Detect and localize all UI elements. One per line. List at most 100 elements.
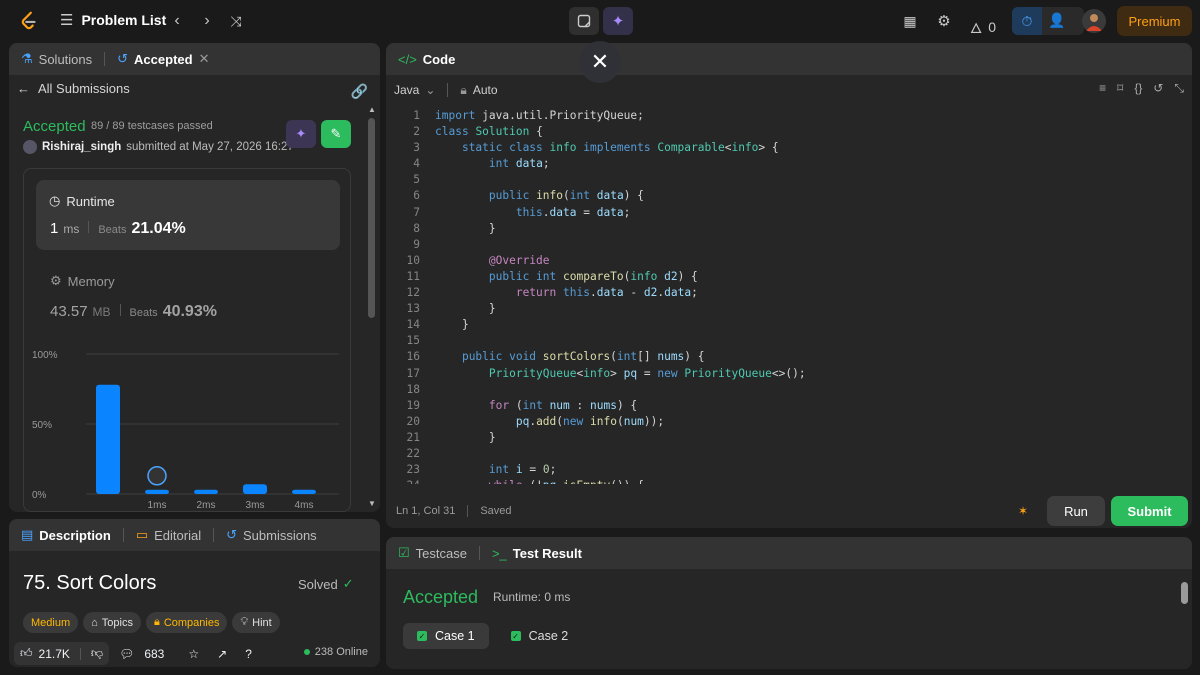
tab-solutions[interactable]: Solutions <box>39 52 92 67</box>
code-line[interactable]: 1 import java.util.PriorityQueue; <box>386 108 1176 124</box>
code-text: public void sortColors(int[] nums) { <box>461 350 705 364</box>
format-icon[interactable]: ≡ <box>1099 81 1106 96</box>
close-tab-icon[interactable]: ✕ <box>199 51 210 67</box>
code-line[interactable]: 8 } <box>386 221 1176 237</box>
edit-code-button[interactable]: ✎ <box>321 120 351 148</box>
problem-list-nav[interactable]: ☰ Problem List <box>60 11 166 29</box>
braces-icon[interactable]: {} <box>1134 81 1142 96</box>
shuffle-icon[interactable]: ⤨ <box>226 11 246 31</box>
expand-icon[interactable]: ⤡ <box>1174 81 1184 96</box>
companies-tag[interactable]: 🔒︎ Companies <box>145 612 228 633</box>
code-line[interactable]: 2 class Solution { <box>386 124 1176 140</box>
debugger-icon[interactable]: ✶ <box>1018 504 1032 518</box>
runtime-card[interactable]: ◷ Runtime 1 ms Beats 21.04% <box>36 180 340 250</box>
code-line[interactable]: 9 <box>386 237 1176 253</box>
solved-label: Solved <box>298 576 338 592</box>
check-icon: ✓ <box>510 631 521 641</box>
settings-gear-icon[interactable]: ⚙ <box>934 11 954 31</box>
code-line[interactable]: 16 public void sortColors(int[] nums) { <box>386 349 1176 365</box>
problem-title[interactable]: 75. Sort Colors <box>23 572 156 595</box>
code-line[interactable]: 13 } <box>386 301 1176 317</box>
testcases-passed: 89 / 89 testcases passed <box>91 120 213 132</box>
code-line[interactable]: 14 } <box>386 317 1176 333</box>
code-line[interactable]: 20 pq.add(new info(num)); <box>386 414 1176 430</box>
tab-accepted[interactable]: Accepted <box>134 52 193 67</box>
run-button[interactable]: Run <box>1047 496 1105 526</box>
case-1-tab[interactable]: ✓ Case 1 <box>403 623 489 649</box>
share-icon[interactable]: ↗ <box>217 647 227 661</box>
chart-bar[interactable] <box>145 489 169 494</box>
code-line[interactable]: 19 for (int num : nums) { <box>386 398 1176 414</box>
scroll-down-icon[interactable]: ▼ <box>368 499 376 508</box>
code-line[interactable]: 17 PriorityQueue<info> pq = new Priority… <box>386 366 1176 382</box>
layout-grid-icon[interactable]: ▦ <box>900 11 920 31</box>
code-line[interactable]: 4 int data; <box>386 156 1176 172</box>
analyze-ai-button[interactable]: ✦ <box>286 120 316 148</box>
scroll-up-icon[interactable]: ▲ <box>368 105 376 114</box>
scrollbar[interactable] <box>368 118 375 318</box>
x-tick-label: 2ms <box>197 500 216 511</box>
chart-bar[interactable] <box>96 384 120 494</box>
code-icon: </> <box>398 51 417 67</box>
user-avatar[interactable] <box>1082 9 1106 33</box>
tab-testcase[interactable]: Testcase <box>416 546 467 561</box>
submission-panel-header: ⚗ Solutions ↺ Accepted ✕ <box>9 43 380 75</box>
reset-icon[interactable]: ↺ <box>1153 81 1163 96</box>
next-problem-icon[interactable]: › <box>197 11 217 31</box>
chart-bar[interactable] <box>243 484 267 494</box>
line-number: 8 <box>413 221 420 235</box>
code-line[interactable]: 12 return this.data - d2.data; <box>386 285 1176 301</box>
prev-problem-icon[interactable]: ‹ <box>167 11 187 31</box>
close-icon[interactable]: ✕ <box>579 41 621 83</box>
submit-button[interactable]: Submit <box>1111 496 1188 526</box>
thumbs-down-icon[interactable]: 👎︎ <box>91 646 103 661</box>
copy-link-icon[interactable]: 🔗 <box>351 83 368 100</box>
code-line[interactable]: 3 static class info implements Comparabl… <box>386 140 1176 156</box>
runtime-distribution-chart[interactable]: 100% 50% 0% 1ms 2ms 3ms 4ms <box>24 334 352 512</box>
add-friend-icon[interactable]: 👤 <box>1048 12 1065 29</box>
memory-label-row[interactable]: ⚙ Memory <box>50 273 115 289</box>
chart-bar[interactable] <box>292 489 316 494</box>
tab-test-result[interactable]: Test Result <box>513 546 582 561</box>
scrollbar[interactable] <box>1181 582 1188 604</box>
all-submissions-link[interactable]: ← All Submissions <box>17 81 130 96</box>
comment-icon[interactable]: 💬︎ <box>119 647 134 661</box>
check-circle-icon: ✓ <box>342 576 354 591</box>
code-line[interactable]: 15 <box>386 333 1176 349</box>
topics-tag[interactable]: ⌂ Topics <box>83 612 141 633</box>
case-2-tab[interactable]: ✓ Case 2 <box>497 623 583 649</box>
bookmark-icon[interactable]: ⌑ <box>1117 81 1123 96</box>
tab-editorial[interactable]: Editorial <box>154 528 201 543</box>
leetcode-logo[interactable] <box>18 10 40 32</box>
premium-button[interactable]: Premium <box>1117 6 1192 36</box>
thumbs-up-icon[interactable]: 👍︎ <box>20 646 33 661</box>
code-text: static class info implements Comparable<… <box>461 141 779 155</box>
code-line[interactable]: 24 while (!pq.isEmpty()) { <box>386 478 1176 484</box>
code-line[interactable]: 7 this.data = data; <box>386 205 1176 221</box>
line-number: 12 <box>406 286 420 300</box>
streak-counter[interactable]: 🜂 0 <box>970 12 996 41</box>
code-line[interactable]: 21 } <box>386 430 1176 446</box>
tab-submissions[interactable]: Submissions <box>243 528 317 543</box>
code-line[interactable]: 22 <box>386 446 1176 462</box>
code-line[interactable]: 10 @Override <box>386 253 1176 269</box>
hint-tag[interactable]: 💡︎ Hint <box>232 612 280 633</box>
code-editor[interactable]: 1 import java.util.PriorityQueue; 2 class S… <box>386 108 1176 484</box>
help-icon[interactable]: ? <box>245 647 252 661</box>
auto-mode[interactable]: Auto <box>473 83 498 97</box>
code-line[interactable]: 18 <box>386 382 1176 398</box>
tab-description[interactable]: Description <box>39 528 111 543</box>
ai-assist-button[interactable]: ✦ <box>603 7 633 35</box>
star-icon[interactable]: ☆ <box>188 647 199 661</box>
notes-button[interactable] <box>569 7 599 35</box>
code-line[interactable]: 23 int i = 0; <box>386 462 1176 478</box>
chart-bar[interactable] <box>194 489 218 494</box>
timer-button[interactable]: ⏱ <box>1012 7 1042 35</box>
submitter-name[interactable]: Rishiraj_singh <box>42 141 121 153</box>
language-select[interactable]: Java <box>394 83 419 97</box>
difficulty-tag[interactable]: Medium <box>23 612 79 633</box>
line-number: 15 <box>406 334 420 348</box>
code-line[interactable]: 11 public int compareTo(info d2) { <box>386 269 1176 285</box>
code-line[interactable]: 5 <box>386 172 1176 188</box>
code-line[interactable]: 6 public info(int data) { <box>386 188 1176 204</box>
